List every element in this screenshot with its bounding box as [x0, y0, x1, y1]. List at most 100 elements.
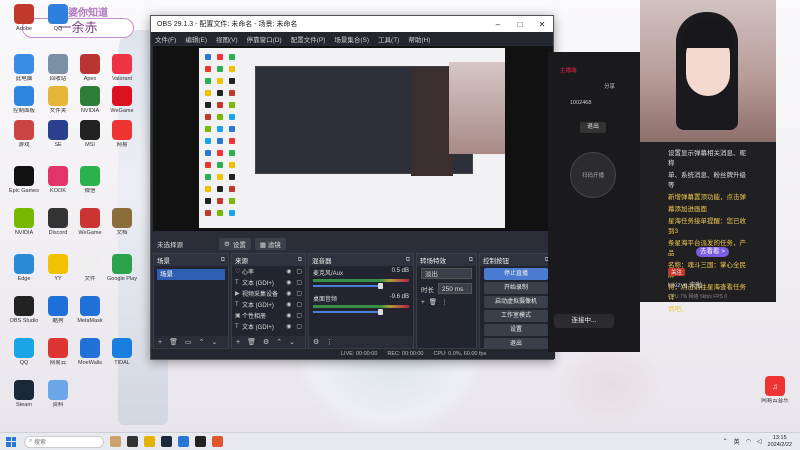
eye-icon[interactable]: ◉: [286, 312, 291, 319]
desktop-icon[interactable]: MSI: [72, 120, 108, 160]
menu-item[interactable]: 帮助(H): [408, 34, 430, 44]
eye-icon[interactable]: ◉: [286, 290, 291, 297]
desktop-icon[interactable]: Google Play: [104, 254, 140, 294]
menu-item[interactable]: 工具(T): [378, 34, 399, 44]
desktop-icon[interactable]: NVIDIA: [6, 208, 42, 248]
source-item[interactable]: ▣ 个性相册 ◉ ▢: [232, 310, 305, 321]
live-app-connect-button[interactable]: 连接中...: [554, 314, 614, 328]
taskbar-search[interactable]: ⌕ 搜索: [24, 435, 104, 448]
source-settings-button[interactable]: ⚙ 设置: [219, 238, 251, 250]
control-button[interactable]: 工作室模式: [484, 310, 548, 322]
source-item[interactable]: T 文本 (GDI+) ◉ ▢: [232, 277, 305, 288]
add-icon[interactable]: +: [158, 339, 162, 346]
gear-icon[interactable]: ⚙: [313, 338, 319, 346]
gear-icon[interactable]: ⚙: [263, 338, 269, 346]
menu-item[interactable]: 编辑(E): [185, 34, 207, 44]
taskbar-app-icon[interactable]: [178, 436, 189, 447]
close-button[interactable]: ✕: [531, 20, 553, 29]
source-filters-button[interactable]: ▦ 滤镜: [254, 238, 286, 250]
lock-icon[interactable]: ▢: [296, 279, 302, 286]
dock-float-icon[interactable]: ⧉: [221, 257, 225, 264]
minimize-button[interactable]: –: [487, 20, 509, 29]
chevron-up-icon[interactable]: ⌃: [199, 338, 205, 346]
control-button[interactable]: 启动虚拟摄像机: [484, 296, 548, 308]
lock-icon[interactable]: ▢: [296, 301, 302, 308]
chevron-down-icon[interactable]: ⌄: [211, 338, 217, 346]
desktop-icon[interactable]: TIDAL: [104, 338, 140, 378]
source-item[interactable]: T 文本 (GDI+) ◉ ▢: [232, 321, 305, 332]
eye-icon[interactable]: ◉: [286, 301, 291, 308]
add-icon[interactable]: +: [421, 299, 425, 306]
chat-go-button[interactable]: 去看看 >: [696, 247, 730, 257]
dock-float-icon[interactable]: ⧉: [298, 257, 302, 264]
eye-icon[interactable]: ◉: [286, 279, 291, 286]
desktop-icon[interactable]: 文档: [104, 208, 140, 248]
desktop-icon[interactable]: KOOK: [40, 166, 76, 206]
dock-float-icon[interactable]: ⧉: [469, 257, 473, 264]
live-app-share[interactable]: 分享: [604, 82, 615, 90]
trash-icon[interactable]: 🗑: [429, 298, 437, 306]
desktop-icon[interactable]: Adobe: [6, 4, 42, 44]
live-app-tab-host[interactable]: 主播端: [560, 66, 577, 74]
menu-item[interactable]: 视图(V): [216, 34, 238, 44]
desktop-icon[interactable]: 资料: [40, 380, 76, 420]
desktop-icon-netease-music[interactable]: ♫ 网易云音乐: [757, 376, 793, 416]
obs-preview[interactable]: [153, 46, 553, 231]
menu-item[interactable]: 配置文件(P): [291, 34, 326, 44]
desktop-icon[interactable]: OBS Studio: [6, 296, 42, 336]
desktop-icon[interactable]: WeGame: [72, 208, 108, 248]
wifi-icon[interactable]: ◠: [746, 438, 751, 445]
taskbar-steam-icon[interactable]: [161, 436, 172, 447]
settings-icon[interactable]: ▭: [185, 338, 192, 346]
lock-icon[interactable]: ▢: [296, 323, 302, 330]
desktop-icon[interactable]: Edge: [6, 254, 42, 294]
volume-slider[interactable]: [313, 309, 384, 315]
control-button[interactable]: 设置: [484, 324, 548, 336]
desktop-icon[interactable]: Steam: [6, 380, 42, 420]
maximize-button[interactable]: □: [509, 20, 531, 29]
chevron-down-icon[interactable]: ⌄: [289, 338, 295, 346]
menu-item[interactable]: 停靠窗口(D): [247, 34, 282, 44]
desktop-icon[interactable]: SE: [40, 120, 76, 160]
lock-icon[interactable]: ▢: [296, 268, 302, 275]
more-icon[interactable]: ⋮: [326, 338, 333, 346]
source-item[interactable]: ▶ 视频采集设备 ◉ ▢: [232, 288, 305, 299]
control-button[interactable]: 停止直播: [484, 268, 548, 280]
lock-icon[interactable]: ▢: [296, 312, 302, 319]
taskbar-folder-icon[interactable]: [144, 436, 155, 447]
taskbar-clock[interactable]: 13:15 2024/2/22: [768, 435, 792, 449]
menu-item[interactable]: 文件(F): [155, 34, 176, 44]
live-app-exit-button[interactable]: 退出: [580, 122, 606, 133]
chevron-up-icon[interactable]: ⌃: [276, 338, 282, 346]
start-icon[interactable]: [6, 436, 16, 447]
taskbar-app-icon[interactable]: [127, 436, 138, 447]
eye-icon[interactable]: ◉: [286, 268, 291, 275]
desktop-icon[interactable]: 网易云: [40, 338, 76, 378]
menu-item[interactable]: 场景集合(S): [334, 34, 369, 44]
volume-icon[interactable]: ◁: [757, 438, 762, 445]
scene-item[interactable]: 场景: [157, 269, 225, 280]
more-icon[interactable]: ⋮: [441, 298, 448, 306]
volume-slider[interactable]: [313, 283, 384, 289]
desktop-icon[interactable]: 游戏: [6, 120, 42, 160]
control-button[interactable]: 开始录制: [484, 282, 548, 294]
taskbar-app-icon[interactable]: [212, 436, 223, 447]
desktop-icon[interactable]: Epic Games: [6, 166, 42, 206]
desktop-icon[interactable]: YY: [40, 254, 76, 294]
lock-icon[interactable]: ▢: [296, 290, 302, 297]
desktop-icon[interactable]: Discord: [40, 208, 76, 248]
live-app-start-button[interactable]: 扫码开播: [570, 152, 616, 198]
desktop-icon[interactable]: 微信: [72, 166, 108, 206]
desktop-icon[interactable]: QQ: [6, 338, 42, 378]
eye-icon[interactable]: ◉: [286, 323, 291, 330]
chevron-up-icon[interactable]: ⌃: [723, 438, 728, 445]
taskbar-obs-icon[interactable]: [195, 436, 206, 447]
add-icon[interactable]: +: [236, 339, 240, 346]
desktop-icon[interactable]: 网易: [104, 120, 140, 160]
trash-icon[interactable]: 🗑: [169, 338, 178, 346]
desktop-icon[interactable]: MetaMask: [72, 296, 108, 336]
dock-float-icon[interactable]: ⧉: [406, 257, 410, 264]
desktop-icon[interactable]: 文件: [72, 254, 108, 294]
transition-type-select[interactable]: 淡出: [421, 268, 472, 279]
desktop-icon[interactable]: QQ: [40, 4, 76, 44]
